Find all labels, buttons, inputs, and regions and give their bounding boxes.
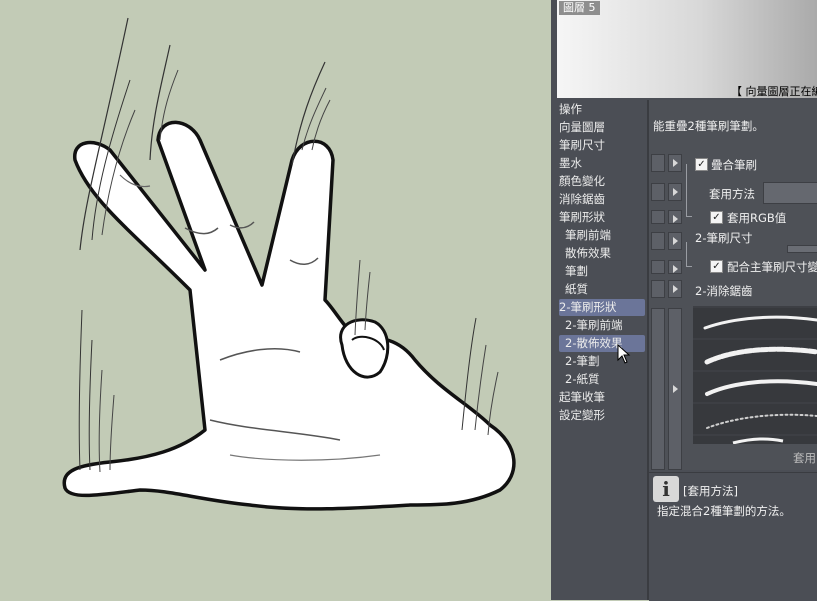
- brush-preview: 圖層 5 【 向量圖層正在編: [557, 0, 817, 98]
- category-item[interactable]: 2-筆刷形狀: [559, 299, 645, 316]
- help-area: i [套用方法] 指定混合2種筆劃的方法。: [649, 472, 817, 601]
- info-icon: i: [653, 476, 679, 502]
- category-item[interactable]: 2-散佈效果: [559, 335, 645, 352]
- mouse-pointer-icon: [617, 344, 631, 364]
- overlay-brush-label: 疊合筆刷: [711, 158, 757, 172]
- match-main-size-checkbox[interactable]: ✓: [710, 260, 723, 273]
- category-item[interactable]: 筆刷前端: [559, 227, 645, 244]
- category-item[interactable]: 操作: [559, 101, 645, 118]
- category-item[interactable]: 2-紙質: [559, 371, 645, 388]
- brush-tip-item[interactable]: [693, 340, 817, 370]
- category-item[interactable]: 2-筆劃: [559, 353, 645, 370]
- overlay-brush-expand-arrow[interactable]: [668, 154, 682, 172]
- apply-rgb-lock-toggle[interactable]: [651, 210, 665, 224]
- overlay-brush-checkbox[interactable]: ✓: [695, 158, 708, 171]
- help-title: [套用方法]: [683, 484, 738, 498]
- brush-tip-lock-toggle[interactable]: [651, 308, 665, 470]
- category-item[interactable]: 紙質: [559, 281, 645, 298]
- brush2-antialias-expand-arrow[interactable]: [668, 280, 682, 298]
- brush-tip-item[interactable]: [693, 308, 817, 338]
- category-item[interactable]: 散佈效果: [559, 245, 645, 262]
- category-item[interactable]: 設定變形: [559, 407, 645, 424]
- category-item[interactable]: 墨水: [559, 155, 645, 172]
- apply-rgb-label: 套用RGB值: [727, 211, 787, 225]
- brush2-antialias-label: 2-消除鋸齒: [695, 284, 753, 298]
- layer-name-label: 圖層 5: [559, 1, 600, 15]
- category-item[interactable]: 起筆收筆: [559, 389, 645, 406]
- category-item[interactable]: 筆刷形狀: [559, 209, 645, 226]
- brush2-size-label: 2-筆刷尺寸: [695, 231, 753, 245]
- match-size-lock-toggle[interactable]: [651, 260, 665, 274]
- blend-method-lock-toggle[interactable]: [651, 183, 665, 201]
- brush-tip-item[interactable]: [693, 372, 817, 402]
- category-item[interactable]: 2-筆刷前端: [559, 317, 645, 334]
- category-item[interactable]: 消除鋸齒: [559, 191, 645, 208]
- brush-tip-list[interactable]: [693, 306, 817, 444]
- brush2-size-slider[interactable]: [787, 245, 817, 253]
- brush-tip-expand-arrow[interactable]: [668, 308, 682, 470]
- tree-connector: [686, 164, 692, 217]
- brush2-size-expand-arrow[interactable]: [668, 232, 682, 250]
- drawing-canvas[interactable]: [0, 0, 551, 600]
- help-text: 指定混合2種筆劃的方法。: [657, 504, 791, 518]
- blend-method-label: 套用方法: [709, 187, 755, 201]
- match-main-size-label: 配合主筆刷尺寸變: [727, 260, 817, 274]
- blend-method-select[interactable]: [763, 182, 817, 204]
- tree-connector: [686, 242, 692, 267]
- brush2-antialias-lock-toggle[interactable]: [651, 280, 665, 298]
- brush-tip-item[interactable]: [693, 404, 817, 434]
- category-item[interactable]: 筆劃: [559, 263, 645, 280]
- hand-illustration: [62, 17, 516, 511]
- brush2-size-lock-toggle[interactable]: [651, 232, 665, 250]
- apply-rgb-expand-arrow[interactable]: [668, 210, 682, 224]
- apply-button[interactable]: 套用: [793, 450, 816, 466]
- settings-description: 能重疊2種筆刷筆劃。: [653, 119, 764, 133]
- category-item[interactable]: 顏色變化: [559, 173, 645, 190]
- category-item[interactable]: 筆刷尺寸: [559, 137, 645, 154]
- match-size-expand-arrow[interactable]: [668, 260, 682, 274]
- blend-method-expand-arrow[interactable]: [668, 183, 682, 201]
- overlay-brush-lock-toggle[interactable]: [651, 154, 665, 172]
- brush-settings-panel: 圖層 5 【 向量圖層正在編 操作 向量圖層 筆刷尺寸 墨水 顏色變化 消除鋸齒 筆刷形狀筆…: [551, 0, 817, 601]
- preview-status-text: 【 向量圖層正在編: [731, 85, 817, 98]
- category-list: 操作 向量圖層 筆刷尺寸 墨水 顏色變化 消除鋸齒 筆刷形狀 筆刷前端 散佈效果 筆劃 紙質 2-筆刷…: [557, 100, 647, 600]
- category-item[interactable]: 向量圖層: [559, 119, 645, 136]
- apply-rgb-checkbox[interactable]: ✓: [710, 211, 723, 224]
- settings-area: 能重疊2種筆刷筆劃。 ✓ 疊合筆刷 套用方法 ✓ 套用RGB值 2-筆刷尺寸 ✓…: [649, 100, 817, 470]
